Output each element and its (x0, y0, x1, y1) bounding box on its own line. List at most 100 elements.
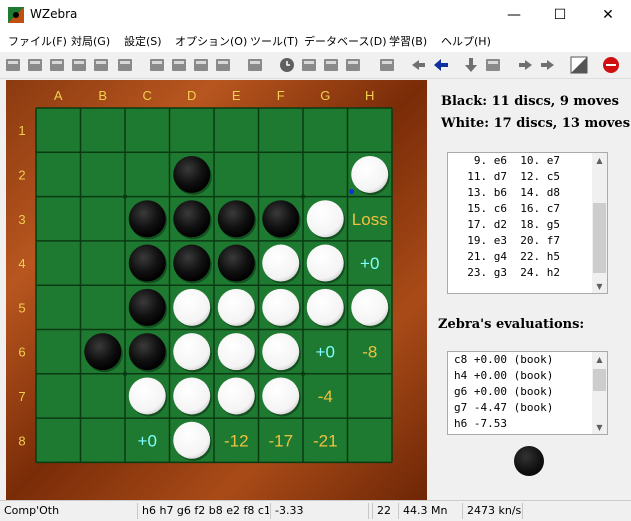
new-game-icon[interactable] (4, 56, 22, 74)
book-icon[interactable] (378, 56, 396, 74)
move-list-item[interactable]: 15. c6 16. c7 (454, 201, 589, 217)
black-disc[interactable] (173, 155, 211, 193)
forward-icon[interactable] (516, 56, 534, 74)
white-disc[interactable] (173, 377, 211, 415)
save-as-icon[interactable] (92, 56, 110, 74)
close-icon: ✕ (602, 7, 614, 23)
swap-icon[interactable] (148, 56, 166, 74)
move-list-item[interactable]: 17. d2 18. g5 (454, 217, 589, 233)
move-evaluation[interactable]: +0 (360, 254, 379, 273)
black-disc[interactable] (173, 200, 211, 238)
evaluation-list-item[interactable]: g7 -4.47 (book) (454, 400, 589, 416)
scroll-thumb[interactable] (593, 203, 606, 273)
white-disc[interactable] (306, 244, 344, 282)
hint-icon[interactable] (484, 56, 502, 74)
white-disc[interactable] (351, 288, 389, 326)
white-disc[interactable] (173, 288, 211, 326)
back-icon[interactable] (432, 56, 450, 74)
black-disc[interactable] (217, 200, 255, 238)
black-disc[interactable] (217, 244, 255, 282)
scroll-thumb[interactable] (593, 369, 606, 391)
move-list-item[interactable]: 13. b6 14. d8 (454, 185, 589, 201)
move-list-item[interactable]: 23. g3 24. h2 (454, 265, 589, 281)
evaluation-list-item[interactable]: g6 +0.00 (book) (454, 384, 589, 400)
evaluation-list-item[interactable]: h4 +0.00 (book) (454, 368, 589, 384)
scroll-up-icon[interactable]: ▲ (592, 352, 607, 366)
undo-all-icon[interactable] (410, 56, 428, 74)
menu-settings[interactable]: 設定(S) (124, 33, 162, 49)
evaluation-list-item[interactable]: h6 -7.53 (454, 416, 589, 432)
move-list-item[interactable]: 19. e3 20. f7 (454, 233, 589, 249)
evaluation-list[interactable]: c8 +0.00 (book) h4 +0.00 (book) g6 +0.00 (… (447, 351, 608, 435)
white-disc[interactable] (173, 333, 211, 371)
move-evaluation[interactable]: Loss (352, 210, 388, 229)
menu-game[interactable]: 対局(G) (71, 33, 110, 49)
black-disc[interactable] (128, 200, 166, 238)
stop-search-icon[interactable] (602, 56, 620, 74)
status-principal-variation: h6 h7 g6 f2 b8 e2 f8 c1 (137, 503, 269, 519)
white-disc[interactable] (128, 377, 166, 415)
black-disc[interactable] (173, 244, 211, 282)
down-icon[interactable] (462, 56, 480, 74)
step-icon[interactable] (344, 56, 362, 74)
black-disc[interactable] (128, 333, 166, 371)
move-evaluation[interactable]: +0 (316, 343, 335, 362)
folder-icon[interactable] (116, 56, 134, 74)
move-evaluation[interactable]: +0 (138, 431, 157, 450)
menu-options[interactable]: オプション(O) (175, 33, 247, 49)
redo-all-icon[interactable] (538, 56, 556, 74)
white-disc[interactable] (306, 288, 344, 326)
scroll-down-icon[interactable]: ▼ (592, 279, 607, 293)
stop-icon[interactable] (300, 56, 318, 74)
save-icon[interactable] (70, 56, 88, 74)
new-board-icon[interactable] (26, 56, 44, 74)
wand-icon[interactable] (246, 56, 264, 74)
move-evaluation[interactable]: -17 (268, 431, 293, 450)
board-canvas[interactable]: A B C D E F G H 1 2 3 4 5 6 7 8 Loss +0 +0 -8 -4 +0 -12 -17 -21 (6, 80, 427, 501)
white-disc[interactable] (351, 155, 389, 193)
menu-help[interactable]: ヘルプ(H) (441, 33, 491, 49)
black-disc[interactable] (128, 244, 166, 282)
maximize-button[interactable]: ☐ (537, 0, 583, 30)
move-list-scrollbar[interactable]: ▲ ▼ (592, 153, 607, 293)
white-disc[interactable] (306, 200, 344, 238)
print-icon[interactable] (170, 56, 188, 74)
move-evaluation[interactable]: -8 (362, 343, 377, 362)
minimize-button[interactable]: — (491, 0, 537, 30)
white-disc[interactable] (217, 377, 255, 415)
scroll-up-icon[interactable]: ▲ (592, 153, 607, 167)
scroll-down-icon[interactable]: ▼ (592, 420, 607, 434)
move-list-item[interactable]: 11. d7 12. c5 (454, 169, 589, 185)
zebra-z-icon[interactable] (214, 56, 232, 74)
white-disc[interactable] (217, 333, 255, 371)
black-disc[interactable] (128, 288, 166, 326)
menu-file[interactable]: ファイル(F) (8, 33, 67, 49)
move-evaluation[interactable]: -12 (224, 431, 249, 450)
move-list[interactable]: 9. e6 10. e7 11. d7 12. c5 13. b6 14. d8… (447, 152, 608, 294)
move-list-item[interactable]: 9. e6 10. e7 (454, 153, 589, 169)
white-disc[interactable] (217, 288, 255, 326)
white-disc[interactable] (262, 377, 300, 415)
menu-tools[interactable]: ツール(T) (250, 33, 298, 49)
evaluation-list-item[interactable]: c8 +0.00 (book) (454, 352, 589, 368)
pause-icon[interactable] (322, 56, 340, 74)
menu-learn[interactable]: 学習(B) (389, 33, 427, 49)
flip-board-icon[interactable] (570, 56, 588, 74)
white-disc[interactable] (173, 421, 211, 459)
white-disc[interactable] (262, 244, 300, 282)
column-label: A (54, 88, 63, 103)
print-preview-icon[interactable] (192, 56, 210, 74)
white-disc[interactable] (262, 288, 300, 326)
clock-icon[interactable] (278, 56, 296, 74)
open-icon[interactable] (48, 56, 66, 74)
move-evaluation[interactable]: -4 (318, 387, 333, 406)
evaluation-list-scrollbar[interactable]: ▲ ▼ (592, 352, 607, 434)
move-evaluation[interactable]: -21 (313, 431, 338, 450)
black-disc[interactable] (262, 200, 300, 238)
othello-board[interactable]: A B C D E F G H 1 2 3 4 5 6 7 8 Loss +0 +0 -8 -4 +0 -12 -17 -21 (6, 80, 427, 501)
black-disc[interactable] (84, 333, 122, 371)
move-list-item[interactable]: 21. g4 22. h5 (454, 249, 589, 265)
close-button[interactable]: ✕ (585, 0, 631, 30)
menu-database[interactable]: データベース(D) (304, 33, 387, 49)
white-disc[interactable] (262, 333, 300, 371)
